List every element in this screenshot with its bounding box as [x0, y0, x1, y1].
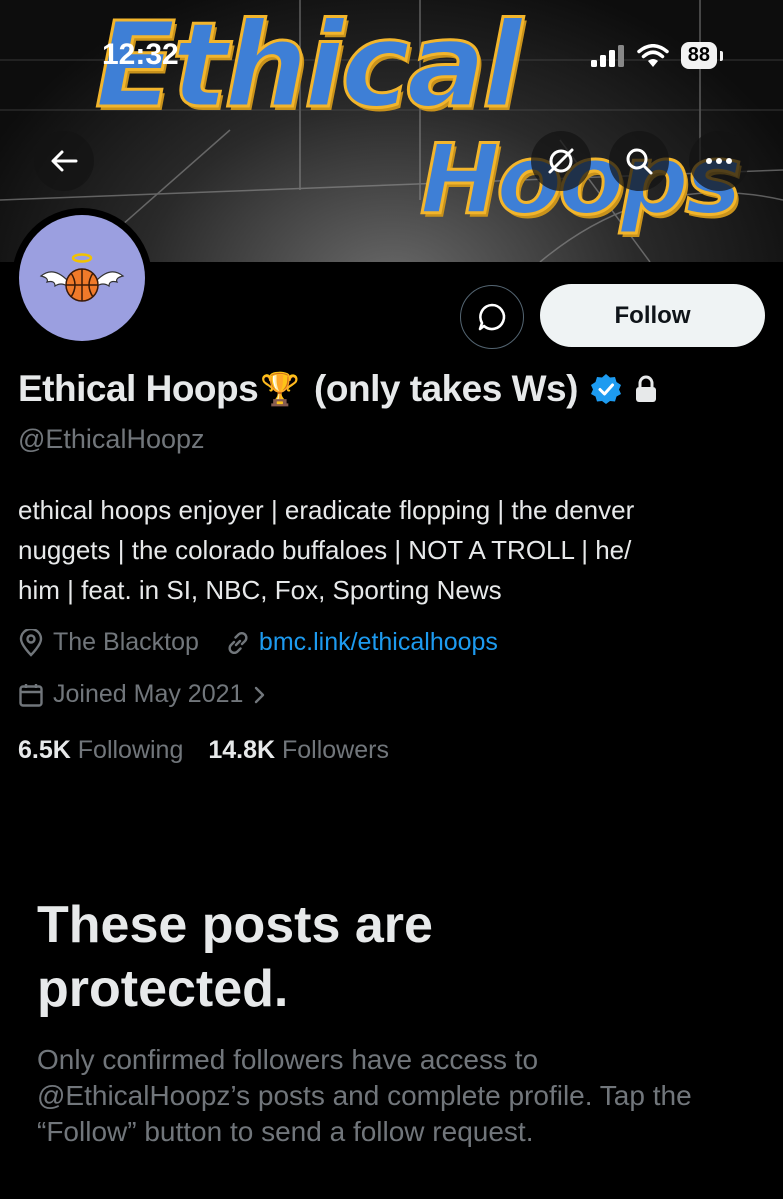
back-arrow-icon: [51, 150, 78, 172]
profile-bio: ethical hoops enjoyer | eradicate floppi…: [18, 490, 758, 610]
following-count: 6.5K: [18, 736, 71, 764]
followers-link[interactable]: 14.8K Followers: [208, 736, 389, 764]
profile-joined-date: Joined May 2021: [53, 680, 244, 708]
wifi-icon: [637, 43, 669, 67]
chevron-right-icon: [255, 686, 265, 703]
search-icon: [626, 148, 653, 175]
protected-description-line: “Follow” button to send a follow request…: [37, 1116, 534, 1147]
cellular-signal-icon: [590, 44, 624, 67]
avatar[interactable]: [12, 208, 152, 348]
angel-basketball-icon: [39, 253, 125, 302]
followers-count: 14.8K: [208, 736, 276, 764]
verified-badge-icon[interactable]: [590, 373, 622, 405]
more-options-button[interactable]: [689, 131, 749, 191]
profile-joined-row[interactable]: Joined May 2021: [18, 680, 267, 709]
message-button[interactable]: [460, 285, 524, 349]
more-dots-icon: [706, 158, 732, 164]
back-button[interactable]: [34, 131, 94, 191]
bio-line: nuggets | the colorado buffaloes | NOT A…: [18, 535, 632, 565]
protected-description-line: Only confirmed followers have access to: [37, 1044, 539, 1075]
display-name-suffix: (only takes Ws): [314, 368, 578, 409]
status-time: 12:32: [102, 38, 179, 71]
display-name: Ethical Hoops: [18, 368, 259, 409]
bio-line: him | feat. in SI, NBC, Fox, Sporting Ne…: [18, 575, 502, 605]
bio-line: ethical hoops enjoyer | eradicate floppi…: [18, 495, 635, 525]
profile-website-link[interactable]: bmc.link/ethicalhoops: [259, 628, 498, 657]
grok-button[interactable]: [531, 131, 591, 191]
follow-counts: 6.5K Following 14.8K Followers: [18, 736, 389, 765]
profile-name-row: Ethical Hoops 🏆 (only takes Ws): [18, 368, 658, 410]
search-button[interactable]: [609, 131, 669, 191]
profile-handle: @EthicalHoopz: [18, 424, 205, 454]
profile-meta-row: The Blacktop bmc.link/ethicalhoops: [18, 628, 498, 657]
trophy-emoji: 🏆: [260, 371, 301, 407]
avatar-image: [19, 215, 145, 341]
grok-icon: [548, 148, 574, 174]
following-link[interactable]: 6.5K Following: [18, 736, 183, 764]
calendar-icon: [19, 683, 43, 707]
protected-description-line: @EthicalHoopz’s posts and complete profi…: [37, 1080, 692, 1111]
protected-description: Only confirmed followers have access to …: [37, 1042, 757, 1150]
protected-title-line: These posts are: [37, 896, 433, 954]
status-icons: 88: [590, 42, 724, 69]
following-label: Following: [77, 736, 184, 764]
battery-indicator: 88: [680, 42, 724, 69]
chat-bubble-icon: [478, 303, 506, 331]
follow-button[interactable]: Follow: [540, 284, 765, 347]
protected-title: These posts are protected.: [37, 893, 737, 1021]
location-pin-icon: [19, 628, 43, 657]
protected-title-line: protected.: [37, 960, 289, 1018]
followers-label: Followers: [282, 736, 389, 764]
lock-icon: [635, 375, 656, 402]
profile-location: The Blacktop: [53, 628, 199, 656]
link-icon: [228, 631, 248, 654]
